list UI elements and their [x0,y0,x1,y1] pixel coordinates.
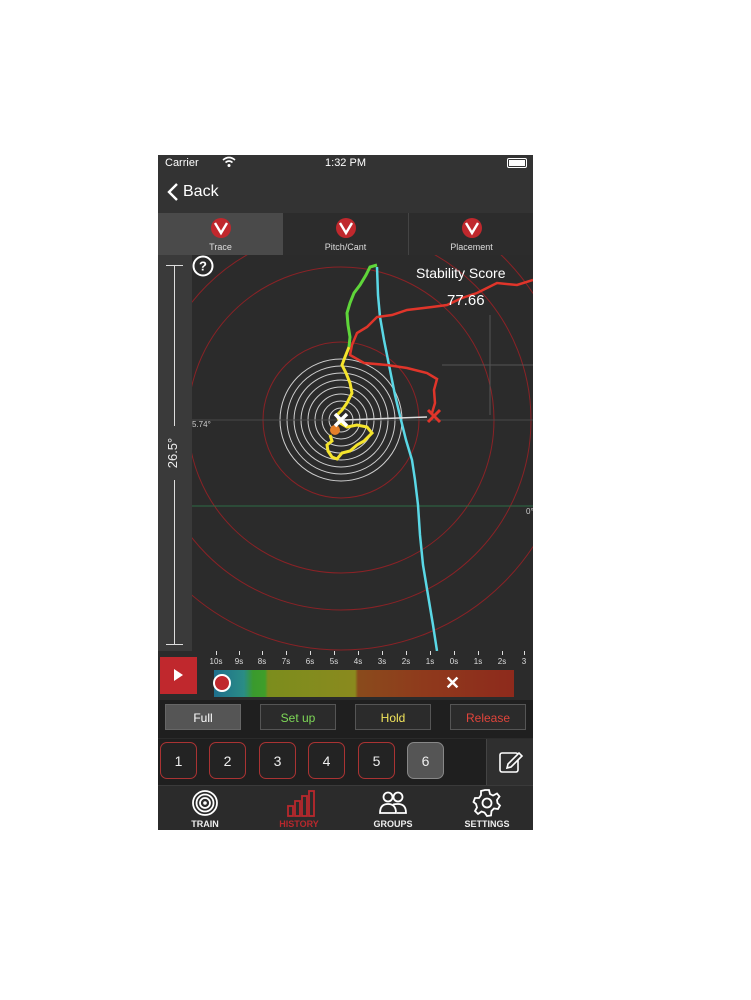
back-button[interactable]: Back [183,183,219,201]
svg-text:?: ? [199,259,207,274]
trace-plot[interactable]: ? Stability Score 77.66 5.74° 0° [192,255,533,651]
release-button[interactable]: Release [450,704,526,730]
brand-logo-icon [211,218,231,238]
trace-canvas [192,255,533,651]
outer-rings [192,255,533,651]
tab-train[interactable]: TRAIN [158,786,252,830]
tab-settings-label: SETTINGS [464,819,510,829]
full-button[interactable]: Full [165,704,241,730]
bottom-tab-bar: TRAIN HISTORY GROUPS SETTINGS [158,785,533,830]
shot-button-1[interactable]: 1 [160,742,197,779]
tab-train-label: TRAIN [191,819,219,829]
angle-label: 5.74° [192,420,211,429]
view-tabs: Trace Pitch/Cant Placement [158,213,533,255]
tab-pitch-cant[interactable]: Pitch/Cant [283,213,408,255]
timeline-scrubber[interactable] [214,670,514,697]
scale-cap-bottom [166,644,183,645]
tab-trace-label: Trace [209,242,232,252]
shot-button-3[interactable]: 3 [259,742,296,779]
edit-icon [499,751,524,773]
tab-settings[interactable]: SETTINGS [440,786,533,830]
tab-groups-label: GROUPS [373,819,413,829]
tab-pitch-cant-label: Pitch/Cant [324,242,367,252]
tab-placement-label: Placement [450,242,493,252]
shot-button-5[interactable]: 5 [358,742,395,779]
help-icon[interactable]: ? [192,255,214,277]
tab-history[interactable]: HISTORY [252,786,346,830]
edit-button[interactable] [486,739,533,785]
setup-trace [345,263,378,348]
timeline-playhead[interactable] [213,674,231,692]
clock-time: 1:32 PM [325,157,366,169]
phone-screen: Carrier 1:32 PM Back Trace Pitch/Cant Pl… [158,155,533,830]
brand-logo-icon [336,218,356,238]
tab-history-label: HISTORY [279,819,319,829]
play-icon [174,669,183,681]
gear-icon [472,789,502,817]
shot-button-2[interactable]: 2 [209,742,246,779]
scale-cap-top [166,265,183,266]
back-chevron-icon[interactable] [167,183,179,201]
tab-trace[interactable]: Trace [158,213,283,255]
brand-logo-icon [462,218,482,238]
stability-score-title: Stability Score [416,265,506,281]
target-icon [192,790,218,816]
vertical-scale: 26.5° [158,255,192,651]
vertical-scale-label: 26.5° [165,426,185,480]
status-bar: Carrier 1:32 PM [158,155,533,171]
setup-button[interactable]: Set up [260,704,336,730]
people-icon [379,791,407,814]
timeline-tick: 3 [509,651,533,666]
stability-score-value: 77.66 [447,292,485,309]
play-button[interactable] [160,657,197,694]
shot-button-4[interactable]: 4 [308,742,345,779]
timeline-ticks: 10s 9s 8s 7s 6s 5s 4s 3s 2s 1s 0s 1s 2s … [204,651,533,671]
battery-icon [507,158,527,168]
shot-button-6[interactable]: 6 [407,742,444,779]
timeline-shot-marker-icon: ✕ [445,673,461,693]
shot-origin-dot [330,425,340,435]
hold-button[interactable]: Hold [355,704,431,730]
phase-filter-row: Full Set up Hold Release [158,700,533,738]
release-trace [375,266,439,651]
tab-groups[interactable]: GROUPS [346,786,440,830]
shot-selector-row: 1 2 3 4 5 6 [158,739,533,787]
zero-label: 0° [526,507,533,516]
tab-placement[interactable]: Placement [409,213,533,255]
bar-chart-icon [287,790,315,817]
navigation-bar: Back [158,171,533,213]
